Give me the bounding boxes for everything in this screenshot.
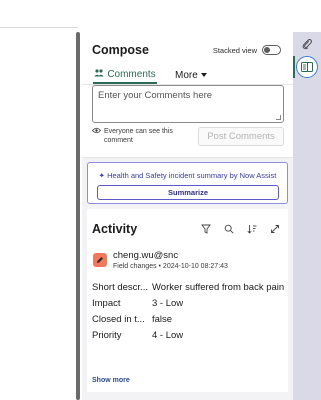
activity-section: Activity cheng.wu@snc Field changes • 20… [87,209,288,392]
top-divider [0,27,78,28]
compose-title: Compose [92,43,149,57]
show-more-link[interactable]: Show more [92,377,130,384]
field-value: 4 - Low [152,330,184,341]
field-label: Short descr... [92,282,148,293]
filter-icon[interactable] [199,222,212,235]
avatar [93,253,107,267]
resize-grip-icon[interactable] [276,115,281,120]
tab-more[interactable]: More [175,66,207,84]
field-value: false [152,314,173,325]
activity-meta: Field changes • 2024-10-10 08:27:43 [113,263,228,270]
now-assist-title: ✦ Health and Safety incident summary by … [88,171,287,180]
field-label: Closed in t... [92,314,145,325]
tab-more-label: More [175,69,198,81]
field-row-short-description: Short descr... Worker suffered from back… [92,282,288,293]
sort-icon[interactable] [245,222,258,235]
field-row-priority: Priority 4 - Low [92,330,288,341]
summarize-button[interactable]: Summarize [97,185,279,200]
tab-comments-label: Comments [107,68,156,80]
search-icon[interactable] [222,222,235,235]
activity-title: Activity [92,222,138,236]
field-label: Priority [92,330,122,341]
comment-placeholder: Enter your Comments here [98,90,213,101]
field-value: Worker suffered from back pain [152,282,285,293]
sparkle-icon: ✦ [98,171,105,180]
active-tab-marker [293,56,295,78]
post-comments-button[interactable]: Post Comments [198,127,284,146]
field-row-impact: Impact 3 - Low [92,298,288,309]
caret-down-icon [200,73,207,77]
field-row-closed: Closed in t... false [92,314,288,325]
panel-resize-handle[interactable] [76,32,80,400]
now-assist-card: ✦ Health and Safety incident summary by … [87,162,288,204]
tab-comments[interactable]: Comments [93,66,157,84]
side-panel: Compose Stacked view Comments More Enter… [82,32,293,400]
activity-user[interactable]: cheng.wu@snc [113,250,178,261]
stacked-view-label: Stacked view [212,45,257,55]
compose-panel-icon[interactable] [296,56,318,78]
expand-icon[interactable] [268,222,281,235]
stacked-view-toggle[interactable] [262,45,281,55]
stacked-view-toggle-group: Stacked view [213,45,281,55]
comment-input[interactable]: Enter your Comments here [92,85,284,123]
activity-toolbar [199,222,281,235]
visibility-text: Everyone can see this comment [104,128,173,144]
compose-section: Compose Stacked view Comments More Enter… [82,32,293,158]
pencil-icon [96,251,104,269]
people-icon [94,68,105,80]
field-label: Impact [92,298,121,309]
now-assist-title-text: Health and Safety incident summary by No… [107,171,277,180]
right-rail [293,32,321,400]
visibility-note: Everyone can see this comment [91,127,187,145]
eye-icon [91,127,102,145]
paperclip-icon[interactable] [301,37,313,50]
field-value: 3 - Low [152,298,184,309]
